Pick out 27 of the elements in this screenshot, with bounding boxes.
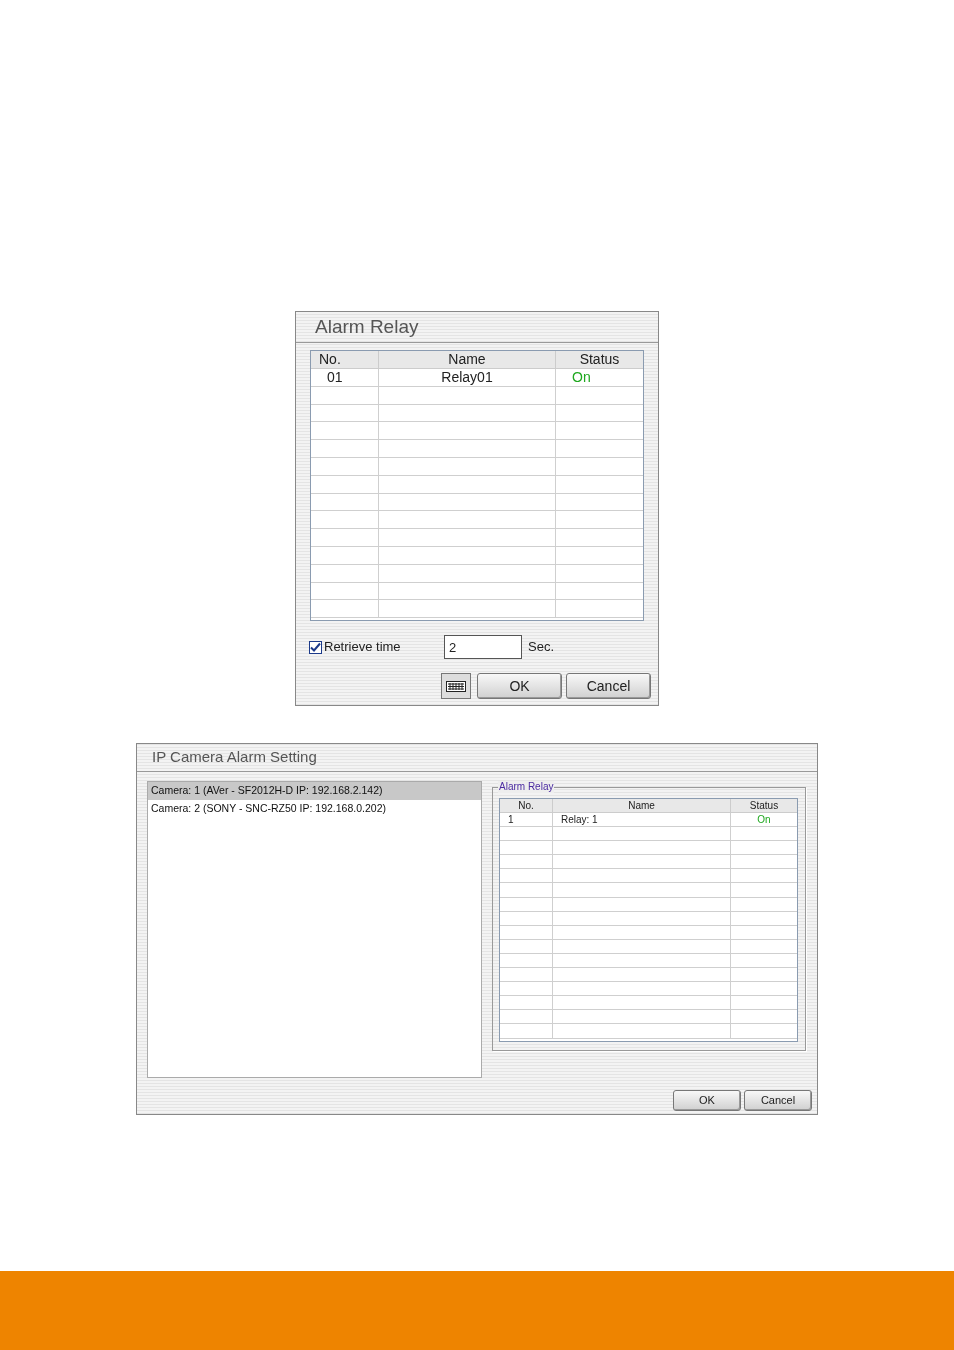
dialog-button[interactable]: Cancel xyxy=(744,1090,812,1111)
unit-label: Sec. xyxy=(528,638,554,657)
group-title: Alarm Relay xyxy=(498,781,555,793)
dialog-button[interactable]: OK xyxy=(477,673,562,699)
status-cell-text: On xyxy=(756,813,772,827)
camera-list-item[interactable]: Camera: 1 (AVer - SF2012H-D IP: 192.168.2.142) xyxy=(148,782,481,800)
column-header: Status xyxy=(748,799,780,812)
column-header: No. xyxy=(311,351,379,368)
checkmark-icon xyxy=(310,641,321,653)
status-cell-text: On xyxy=(571,369,592,386)
dialog-button[interactable]: Cancel xyxy=(566,673,651,699)
table-cell: Relay: 1 xyxy=(553,813,731,827)
column-header: Name xyxy=(553,799,731,812)
window-title: IP Camera Alarm Setting xyxy=(152,747,317,768)
checkbox-label: Retrieve time xyxy=(324,638,402,657)
table-cell: 1 xyxy=(500,813,553,827)
keyboard-icon xyxy=(446,680,466,692)
window-title: Alarm Relay xyxy=(315,314,419,339)
checkbox[interactable] xyxy=(309,640,322,654)
table-cell: 01 xyxy=(311,369,379,386)
column-header: Status xyxy=(578,351,621,368)
retrieve-time-field[interactable]: 2 xyxy=(444,635,522,659)
column-header: Name xyxy=(379,351,556,368)
keyboard-button[interactable] xyxy=(441,673,471,699)
column-header: No. xyxy=(500,799,553,812)
dialog-button[interactable]: OK xyxy=(673,1090,741,1111)
table-cell: Relay01 xyxy=(379,369,556,386)
